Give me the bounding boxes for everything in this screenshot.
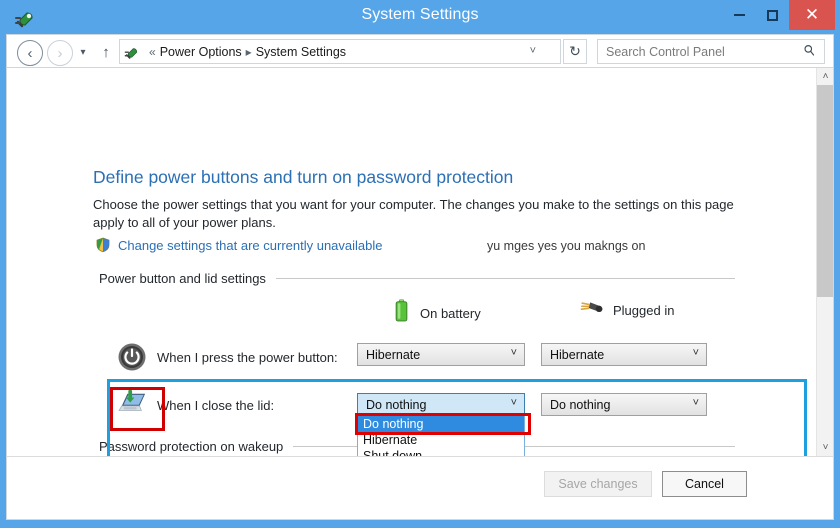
window-frame-bottom xyxy=(0,520,840,528)
breadcrumb-separator: ▸ xyxy=(246,45,252,59)
section-header-power-lid: Power button and lid settings xyxy=(99,271,735,286)
system-settings-window: System Settings ✕ ‹ › ▾ ↑ « Power Option… xyxy=(0,0,840,528)
overlay-note: yu mges yes you makngs on xyxy=(487,239,645,253)
search-placeholder: Search Control Panel xyxy=(606,45,725,59)
recent-locations-button[interactable]: ▾ xyxy=(75,44,91,60)
save-changes-button[interactable]: Save changes xyxy=(544,471,652,497)
chevron-down-icon: ˅ xyxy=(511,347,517,359)
breadcrumb-prefix: « xyxy=(149,45,156,59)
battery-icon xyxy=(393,299,410,328)
column-label-plugged-in: Plugged in xyxy=(613,303,674,318)
column-header-on-battery: On battery xyxy=(393,299,481,328)
highlight-box-selected-option xyxy=(355,413,531,435)
back-button[interactable]: ‹ xyxy=(17,40,43,66)
highlight-box-lid-icon xyxy=(110,387,165,431)
combo-power-button-plugged[interactable]: Hibernate ˅ xyxy=(541,343,707,366)
maximize-button[interactable] xyxy=(756,0,789,30)
chevron-down-icon[interactable]: ˅ xyxy=(530,45,536,57)
window-title: System Settings xyxy=(0,6,840,24)
row-label-power-button: When I press the power button: xyxy=(157,350,338,365)
breadcrumb-item-power-options[interactable]: Power Options xyxy=(160,45,242,59)
search-input[interactable]: Search Control Panel xyxy=(597,39,825,64)
power-button-icon xyxy=(117,342,147,372)
settings-pane: Define power buttons and turn on passwor… xyxy=(7,68,817,456)
change-settings-label: Change settings that are currently unava… xyxy=(118,238,383,253)
power-options-icon xyxy=(124,43,141,60)
chevron-down-icon: ˅ xyxy=(693,347,699,359)
title-bar: System Settings ✕ xyxy=(0,0,840,34)
breadcrumb-item-system-settings[interactable]: System Settings xyxy=(256,45,346,59)
uac-shield-icon xyxy=(95,237,111,253)
combo-value: Hibernate xyxy=(366,348,420,362)
page-title: Define power buttons and turn on passwor… xyxy=(93,167,513,188)
column-label-on-battery: On battery xyxy=(420,306,481,321)
search-icon xyxy=(803,44,816,60)
page-description: Choose the power settings that you want … xyxy=(93,196,739,232)
forward-button[interactable]: › xyxy=(47,40,73,66)
dialog-footer: Save changes Cancel xyxy=(6,456,834,520)
column-header-plugged-in: Plugged in xyxy=(579,299,674,322)
up-button[interactable]: ↑ xyxy=(97,41,115,63)
refresh-icon[interactable]: ↻ xyxy=(563,39,587,64)
cancel-button[interactable]: Cancel xyxy=(662,471,747,497)
scroll-down-arrow-icon[interactable]: ˅ xyxy=(817,439,834,456)
row-power-button: When I press the power button: xyxy=(117,342,338,372)
scroll-up-arrow-icon[interactable]: ˄ xyxy=(817,68,834,85)
combo-power-button-battery[interactable]: Hibernate ˅ xyxy=(357,343,525,366)
section-title-power-lid: Power button and lid settings xyxy=(99,271,266,286)
section-divider xyxy=(276,278,735,279)
power-plug-icon xyxy=(579,299,603,322)
dropdown-option-shut-down[interactable]: Shut down xyxy=(358,448,524,456)
change-settings-link[interactable]: Change settings that are currently unava… xyxy=(95,237,383,253)
close-button[interactable]: ✕ xyxy=(789,0,835,30)
content-pane: Define power buttons and turn on passwor… xyxy=(6,68,834,456)
minimize-button[interactable] xyxy=(723,0,756,30)
scrollbar-thumb[interactable] xyxy=(817,85,834,297)
breadcrumb[interactable]: « Power Options ▸ System Settings ˅ xyxy=(119,39,561,64)
address-toolbar: ‹ › ▾ ↑ « Power Options ▸ System Setting… xyxy=(6,34,834,68)
combo-value: Hibernate xyxy=(550,348,604,362)
vertical-scrollbar[interactable]: ˄ ˅ xyxy=(816,68,833,456)
